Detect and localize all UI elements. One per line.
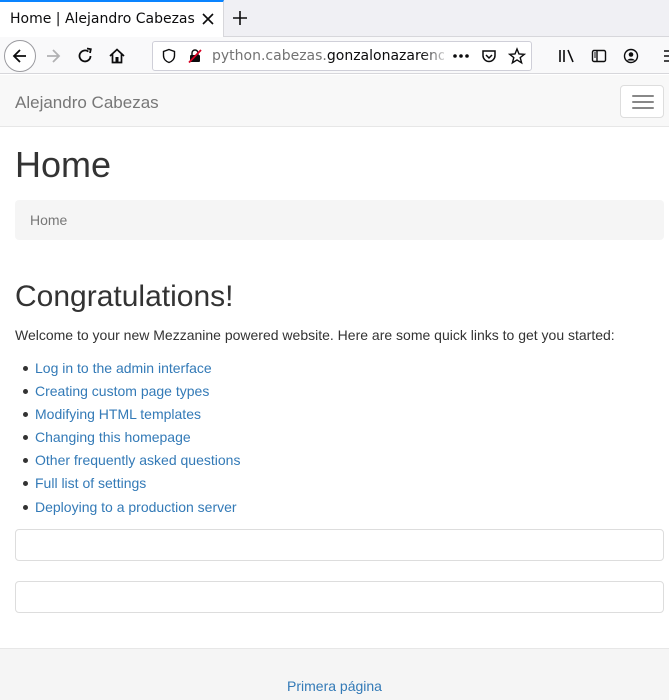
congratulations-heading: Congratulations! [15,280,234,313]
navbar-toggle-button[interactable] [620,85,664,118]
list-item: Deploying to a production server [15,496,240,519]
deployment-link[interactable]: Deploying to a production server [35,499,237,515]
list-item: Changing this homepage [15,426,240,449]
menu-icon[interactable] [660,48,669,64]
bullet-icon [23,366,28,371]
url-bar[interactable]: python.cabezas.gonzalonazareno. [152,41,532,71]
hamburger-icon [632,101,654,103]
home-icon [109,48,125,64]
list-item: Creating custom page types [15,380,240,403]
breadcrumb: Home [15,200,664,240]
forward-arrow-icon [47,49,61,63]
more-icon[interactable] [452,48,470,64]
list-item: Other frequently asked questions [15,449,240,472]
welcome-text: Welcome to your new Mezzanine powered we… [15,327,615,343]
bullet-icon [23,389,28,395]
bullet-icon [23,412,28,418]
browser-tab[interactable]: Home | Alejandro Cabezas [0,0,224,37]
reload-icon [78,47,92,63]
first-page-link[interactable]: Primera página [0,678,669,694]
footer: Primera página [0,648,669,700]
settings-list-link[interactable]: Full list of settings [35,475,146,491]
custom-page-types-link[interactable]: Creating custom page types [35,383,209,399]
empty-panel [15,581,664,613]
bullet-icon [23,481,28,487]
list-item: Modifying HTML templates [15,403,240,426]
faq-link[interactable]: Other frequently asked questions [35,452,240,468]
list-item: Full list of settings [15,472,240,495]
empty-panel [15,529,664,561]
site-navbar: Alejandro Cabezas [0,75,669,127]
tab-title: Home | Alejandro Cabezas [10,11,195,27]
hamburger-icon [632,107,654,109]
url-fade [421,42,449,70]
star-icon[interactable] [508,47,526,65]
url-prefix: python.cabezas. [212,48,327,64]
forward-button[interactable] [38,41,68,71]
bullet-icon [23,504,28,510]
bullet-icon [23,435,28,441]
html-templates-link[interactable]: Modifying HTML templates [35,406,201,422]
admin-interface-link[interactable]: Log in to the admin interface [35,360,212,376]
homepage-link[interactable]: Changing this homepage [35,429,191,445]
close-icon[interactable] [199,10,217,28]
insecure-lock-icon[interactable] [187,48,203,64]
library-icon[interactable] [558,48,576,64]
browser-tab-bar: Home | Alejandro Cabezas [0,0,669,37]
list-item: Log in to the admin interface [15,357,240,380]
reload-button[interactable] [70,41,100,71]
back-button[interactable] [4,40,36,72]
pocket-icon[interactable] [481,48,497,64]
url-text[interactable]: python.cabezas.gonzalonazareno. [212,48,444,64]
home-button[interactable] [102,41,132,71]
breadcrumb-item-home: Home [30,212,68,228]
site-brand[interactable]: Alejandro Cabezas [15,93,159,113]
sidebar-icon[interactable] [591,48,607,64]
shield-icon[interactable] [161,48,177,64]
back-arrow-icon [12,49,26,63]
page-title: Home [15,144,112,185]
browser-toolbar: python.cabezas.gonzalonazareno. [0,37,669,74]
plus-icon[interactable] [230,8,250,28]
quick-links-list: Log in to the admin interface Creating c… [15,357,240,519]
bullet-icon [23,458,28,464]
account-icon[interactable] [623,48,639,64]
hamburger-icon [632,95,654,97]
